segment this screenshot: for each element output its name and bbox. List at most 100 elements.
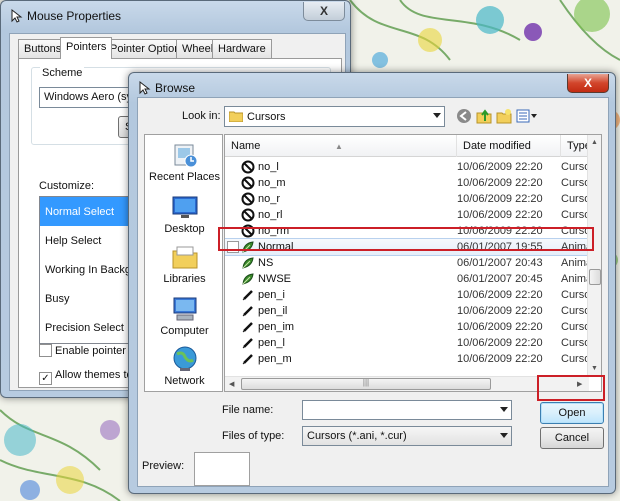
file-type-cell: Cursor: [561, 305, 589, 317]
table-row[interactable]: no_r 10/06/2009 22:20 Cursor: [225, 191, 589, 207]
cancel-button[interactable]: Cancel: [540, 427, 604, 449]
file-name-cell: NWSE: [258, 273, 291, 285]
close-button[interactable]: X: [303, 2, 345, 21]
tab-pointers[interactable]: Pointers: [60, 37, 113, 59]
files-of-type-select[interactable]: Cursors (*.ani, *.cur): [302, 426, 512, 446]
look-in-select[interactable]: Cursors: [224, 106, 445, 127]
enable-shadow-checkbox[interactable]: [39, 344, 52, 357]
place-label: Libraries: [163, 273, 206, 285]
mouse-pointer-icon: [139, 80, 151, 95]
scheme-label: Scheme: [40, 67, 85, 79]
vertical-scroll-thumb[interactable]: [589, 269, 601, 285]
place-computer[interactable]: Computer: [145, 295, 224, 337]
file-name-cell: pen_l: [258, 337, 285, 349]
table-row[interactable]: pen_i 10/06/2009 22:20 Cursor: [225, 287, 589, 303]
place-recent-places[interactable]: Recent Places: [145, 141, 224, 183]
horizontal-scrollbar[interactable]: ◀ ||| ▶: [225, 376, 589, 391]
up-folder-icon[interactable]: [476, 108, 492, 124]
allow-themes-checkbox[interactable]: ✓: [39, 372, 52, 385]
no-entry-icon: [241, 192, 255, 206]
scroll-up-icon[interactable]: ▲: [591, 139, 598, 146]
dialog-title: Browse: [155, 81, 196, 95]
row-select-checkbox[interactable]: [227, 241, 239, 253]
table-row[interactable]: no_rl 10/06/2009 22:20 Cursor: [225, 207, 589, 223]
file-type-cell: Cursor: [561, 337, 589, 349]
scroll-right-icon[interactable]: ▶: [577, 380, 582, 388]
file-date-cell: 10/06/2009 22:20: [457, 225, 543, 237]
tab-hardware[interactable]: Hardware: [212, 39, 272, 58]
table-row[interactable]: pen_im 10/06/2009 22:20 Cursor: [225, 319, 589, 335]
file-type-cell: Cursor: [561, 177, 589, 189]
pen-icon: [241, 320, 255, 334]
file-date-cell: 06/01/2007 19:55: [457, 241, 543, 253]
close-button[interactable]: X: [567, 74, 609, 93]
chevron-down-icon[interactable]: [500, 407, 508, 412]
table-row[interactable]: NS 06/01/2007 20:43 Anima: [225, 255, 589, 271]
scroll-left-icon[interactable]: ◀: [229, 380, 234, 388]
file-name-cell: Normal: [258, 241, 294, 253]
file-name-cell: pen_il: [258, 305, 288, 317]
open-button[interactable]: Open: [540, 402, 604, 424]
pen-icon: [241, 304, 255, 318]
file-name-cell: no_m: [258, 177, 286, 189]
horizontal-scroll-thumb[interactable]: |||: [241, 378, 491, 390]
vertical-scrollbar[interactable]: ▲ ▼: [587, 135, 601, 377]
table-row[interactable]: no_m 10/06/2009 22:20 Cursor: [225, 175, 589, 191]
file-rows: no_l 10/06/2009 22:20 Cursor no_m 10/06/2009…: [225, 157, 589, 370]
table-row[interactable]: pen_il 10/06/2009 22:20 Cursor: [225, 303, 589, 319]
table-row[interactable]: NWSE 06/01/2007 20:45 Anima: [225, 271, 589, 287]
back-icon[interactable]: [456, 108, 472, 124]
column-name-label: Name: [231, 140, 261, 152]
file-name-cell: pen_m: [258, 353, 292, 365]
files-of-type-label: Files of type:: [222, 430, 285, 442]
table-row[interactable]: no_l 10/06/2009 22:20 Cursor: [225, 159, 589, 175]
file-name-cell: NS: [258, 257, 274, 269]
column-header: Name ▲ Date modified Type: [225, 135, 591, 157]
chevron-down-icon[interactable]: [500, 433, 508, 438]
file-name-label: File name:: [222, 404, 274, 416]
place-network[interactable]: Network: [145, 345, 224, 387]
no-entry-icon: [241, 176, 255, 190]
file-list[interactable]: Name ▲ Date modified Type no_l 10/06/2009…: [224, 134, 602, 392]
desktop-icon: [172, 196, 197, 218]
browse-body: Look in: Cursors Recent Places Desktop L…: [137, 97, 609, 487]
recent-places-icon: [174, 144, 197, 168]
file-date-cell: 10/06/2009 22:20: [457, 177, 543, 189]
file-name-cell: pen_i: [258, 289, 285, 301]
table-row[interactable]: Normal 06/01/2007 19:55 Anima: [225, 238, 589, 256]
column-date-modified[interactable]: Date modified: [457, 135, 561, 157]
file-type-cell: Cursor: [561, 353, 589, 365]
file-type-cell: Cursor: [561, 225, 589, 237]
file-type-cell: Cursor: [561, 209, 589, 221]
computer-icon: [173, 297, 196, 321]
file-type-cell: Cursor: [561, 193, 589, 205]
table-row[interactable]: no_rm 10/06/2009 22:20 Cursor: [225, 223, 589, 239]
table-row[interactable]: pen_m 10/06/2009 22:20 Cursor: [225, 351, 589, 367]
scroll-down-icon[interactable]: ▼: [591, 365, 598, 372]
view-menu-icon[interactable]: [516, 108, 538, 124]
network-globe-icon: [173, 346, 196, 371]
table-row[interactable]: pen_l 10/06/2009 22:20 Cursor: [225, 335, 589, 351]
file-date-cell: 10/06/2009 22:20: [457, 209, 543, 221]
file-type-cell: Anima: [561, 241, 589, 253]
place-label: Recent Places: [149, 171, 220, 183]
animated-leaf-icon: [241, 272, 255, 286]
customize-label: Customize:: [39, 180, 95, 192]
file-name-input[interactable]: [302, 400, 512, 420]
browse-dialog: Browse X Look in: Cursors Recent Places …: [128, 72, 616, 494]
window-title: Mouse Properties: [27, 9, 122, 23]
file-date-cell: 10/06/2009 22:20: [457, 321, 543, 333]
column-name[interactable]: Name ▲: [225, 135, 457, 157]
chevron-down-icon[interactable]: [433, 113, 441, 118]
place-desktop[interactable]: Desktop: [145, 193, 224, 235]
file-date-cell: 06/01/2007 20:45: [457, 273, 543, 285]
file-name-cell: no_l: [258, 161, 279, 173]
places-bar: Recent Places Desktop Libraries Computer: [144, 134, 223, 392]
place-label: Computer: [160, 325, 209, 337]
place-libraries[interactable]: Libraries: [145, 243, 224, 285]
sort-ascending-icon: ▲: [335, 142, 343, 151]
file-date-cell: 10/06/2009 22:20: [457, 193, 543, 205]
pen-icon: [241, 352, 255, 366]
new-folder-icon[interactable]: [496, 108, 512, 124]
mouse-pointer-icon: [11, 8, 23, 23]
